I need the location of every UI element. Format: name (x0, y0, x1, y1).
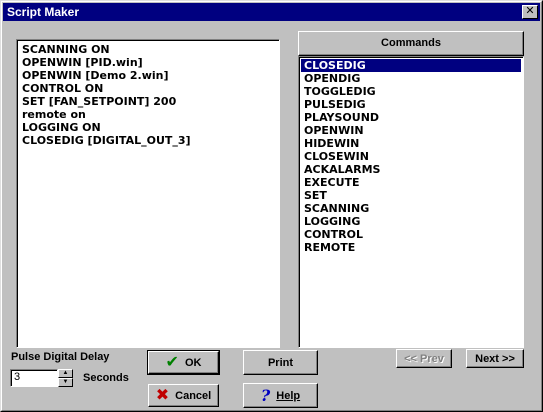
question-mark-icon: ? (260, 385, 271, 405)
command-item-ackalarms[interactable]: ACKALARMS (301, 163, 521, 176)
command-item-scanning[interactable]: SCANNING (301, 202, 521, 215)
script-lines: SCANNING ON OPENWIN [PID.win] OPENWIN [Dem… (22, 43, 191, 147)
pulse-delay-units: Seconds (83, 372, 129, 384)
window-title: Script Maker (7, 5, 80, 19)
checkmark-icon: ✔ (165, 353, 179, 371)
print-label: Print (267, 356, 294, 369)
script-editor[interactable]: SCANNING ON OPENWIN [PID.win] OPENWIN [Dem… (16, 39, 280, 348)
script-line: SET [FAN_SETPOINT] 200 (22, 95, 177, 108)
command-item-control[interactable]: CONTROL (301, 228, 521, 241)
cancel-label: Cancel (175, 389, 212, 402)
command-item-pulsedig[interactable]: PULSEDIG (301, 98, 521, 111)
help-button[interactable]: ? Help (243, 383, 318, 408)
pulse-delay-stepper[interactable]: ▲ ▼ (58, 369, 73, 387)
ok-button[interactable]: ✔ OK (147, 350, 220, 375)
commands-header: Commands (298, 31, 524, 56)
script-line: SCANNING ON (22, 43, 110, 56)
command-item-hidewin[interactable]: HIDEWIN (301, 137, 521, 150)
script-line: OPENWIN [Demo 2.win] (22, 69, 169, 82)
script-line: LOGGING ON (22, 121, 101, 134)
command-item-playsound[interactable]: PLAYSOUND (301, 111, 521, 124)
script-line: CLOSEDIG [DIGITAL_OUT_3] (22, 134, 191, 147)
cancel-button[interactable]: ✖ Cancel (148, 384, 219, 407)
command-item-execute[interactable]: EXECUTE (301, 176, 521, 189)
pulse-delay-label: Pulse Digital Delay (11, 351, 110, 363)
print-button[interactable]: Print (243, 350, 318, 375)
help-label: Help (276, 389, 301, 402)
spin-up-button[interactable]: ▲ (58, 369, 73, 378)
ok-label: OK (184, 356, 202, 369)
close-button[interactable]: ✕ (522, 5, 538, 19)
spin-down-button[interactable]: ▼ (58, 378, 73, 387)
script-line: OPENWIN [PID.win] (22, 56, 143, 69)
command-item-opendig[interactable]: OPENDIG (301, 72, 521, 85)
command-item-remote[interactable]: REMOTE (301, 241, 521, 254)
command-item-logging[interactable]: LOGGING (301, 215, 521, 228)
triangle-down-icon: ▼ (62, 379, 69, 385)
script-maker-window: Script Maker ✕ SCANNING ON OPENWIN [PID.w… (0, 0, 543, 412)
next-button[interactable]: Next >> (466, 349, 524, 368)
script-line: remote on (22, 108, 86, 121)
prev-label: << Prev (404, 352, 444, 365)
prev-button[interactable]: << Prev (396, 349, 452, 368)
command-item-set[interactable]: SET (301, 189, 521, 202)
close-icon: ✕ (525, 5, 535, 17)
command-item-closewin[interactable]: CLOSEWIN (301, 150, 521, 163)
script-line: CONTROL ON (22, 82, 104, 95)
commands-listbox[interactable]: CLOSEDIG OPENDIG TOGGLEDIG PULSEDIG PLAYSOUN… (298, 56, 524, 348)
commands-list: CLOSEDIG OPENDIG TOGGLEDIG PULSEDIG PLAYSOUN… (301, 59, 521, 254)
command-item-toggledig[interactable]: TOGGLEDIG (301, 85, 521, 98)
command-item-closedig[interactable]: CLOSEDIG (301, 59, 521, 72)
pulse-delay-input[interactable]: 3 (10, 369, 58, 387)
title-bar[interactable]: Script Maker ✕ (3, 3, 540, 21)
command-item-openwin[interactable]: OPENWIN (301, 124, 521, 137)
next-label: Next >> (475, 352, 515, 365)
x-icon: ✖ (155, 386, 170, 404)
triangle-up-icon: ▲ (62, 370, 69, 376)
